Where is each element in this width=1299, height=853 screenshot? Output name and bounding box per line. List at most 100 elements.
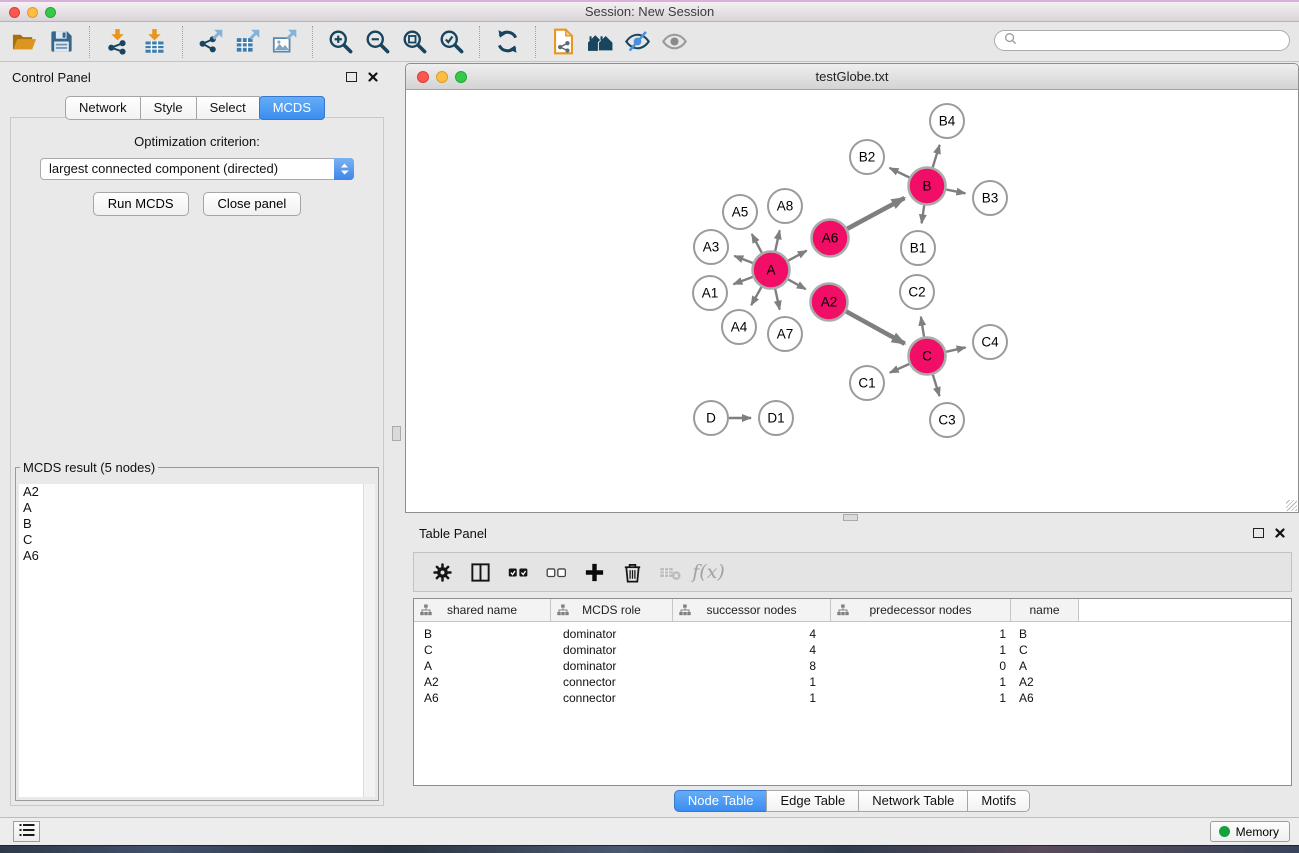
hide-graphics-details-button[interactable]: [619, 25, 656, 59]
table-row[interactable]: Adominator80A: [414, 658, 1291, 674]
tab-motifs[interactable]: Motifs: [967, 790, 1030, 812]
graph-edge[interactable]: [890, 364, 909, 373]
table-cell[interactable]: 4: [673, 626, 831, 642]
table-cell[interactable]: C: [414, 642, 551, 658]
graph-node[interactable]: A6: [812, 220, 849, 257]
graph-node[interactable]: A3: [694, 230, 728, 264]
table-cell[interactable]: dominator: [551, 642, 673, 658]
minimize-window-button[interactable]: [27, 7, 38, 18]
close-panel-button[interactable]: Close panel: [203, 192, 302, 216]
graph-edge[interactable]: [933, 145, 940, 168]
export-table-button[interactable]: [229, 25, 266, 59]
home-button[interactable]: [582, 25, 619, 59]
column-header[interactable]: name: [1011, 599, 1079, 621]
table-row[interactable]: Cdominator41C: [414, 642, 1291, 658]
table-cell[interactable]: 1: [831, 690, 1011, 706]
tab-network[interactable]: Network: [65, 96, 141, 120]
zoom-out-button[interactable]: [359, 25, 396, 59]
result-scrollbar[interactable]: [363, 484, 375, 797]
table-cell[interactable]: A: [1011, 658, 1079, 674]
import-network-button[interactable]: [99, 25, 136, 59]
run-mcds-button[interactable]: Run MCDS: [93, 192, 189, 216]
graph-node[interactable]: B2: [850, 140, 884, 174]
task-history-button[interactable]: [13, 821, 40, 842]
graph-node[interactable]: B: [909, 168, 946, 205]
graph-edge[interactable]: [946, 190, 965, 194]
table-cell[interactable]: 1: [831, 674, 1011, 690]
close-window-button[interactable]: [9, 7, 20, 18]
table-cell[interactable]: dominator: [551, 658, 673, 674]
table-cell[interactable]: connector: [551, 690, 673, 706]
network-canvas[interactable]: B4B2BB3A8A5A6A3B1AC2A1A2A4A7C4CC1C3DD1: [406, 89, 1298, 512]
graph-edge[interactable]: [846, 311, 905, 343]
network-window-titlebar[interactable]: testGlobe.txt: [406, 64, 1298, 90]
search-box[interactable]: [994, 30, 1290, 51]
float-panel-icon[interactable]: [346, 72, 357, 82]
network-minimize-button[interactable]: [436, 71, 448, 83]
mcds-result-item[interactable]: A2: [19, 484, 375, 500]
table-cell[interactable]: C: [1011, 642, 1079, 658]
graph-node[interactable]: A: [753, 252, 790, 289]
graph-edge[interactable]: [775, 230, 780, 251]
tab-network-table[interactable]: Network Table: [858, 790, 968, 812]
refresh-view-button[interactable]: [489, 25, 526, 59]
gear-button[interactable]: [426, 556, 459, 588]
close-panel-icon[interactable]: [368, 72, 378, 82]
graph-edge[interactable]: [788, 279, 806, 289]
table-cell[interactable]: 1: [673, 690, 831, 706]
mcds-result-item[interactable]: C: [19, 532, 375, 548]
search-input[interactable]: [1022, 33, 1280, 49]
table-cell[interactable]: connector: [551, 674, 673, 690]
table-cell[interactable]: A6: [414, 690, 551, 706]
graph-node[interactable]: A5: [723, 195, 757, 229]
tab-select[interactable]: Select: [196, 96, 260, 120]
graph-edge[interactable]: [752, 234, 762, 253]
table-cell[interactable]: 4: [673, 642, 831, 658]
table-cell[interactable]: A: [414, 658, 551, 674]
zoom-in-button[interactable]: [322, 25, 359, 59]
tab-mcds[interactable]: MCDS: [259, 96, 325, 120]
graph-node[interactable]: D1: [759, 401, 793, 435]
graph-node[interactable]: B3: [973, 181, 1007, 215]
table-cell[interactable]: 1: [673, 674, 831, 690]
graph-node[interactable]: B4: [930, 104, 964, 138]
graph-edge[interactable]: [946, 347, 966, 351]
graph-node[interactable]: C4: [973, 325, 1007, 359]
graph-node[interactable]: A2: [811, 284, 848, 321]
graph-edge[interactable]: [922, 205, 925, 223]
graph-edge[interactable]: [775, 289, 780, 310]
tab-style[interactable]: Style: [140, 96, 197, 120]
table-cell[interactable]: A2: [414, 674, 551, 690]
graph-edge[interactable]: [734, 256, 753, 263]
graph-node[interactable]: A7: [768, 317, 802, 351]
table-cell[interactable]: A2: [1011, 674, 1079, 690]
save-session-button[interactable]: [43, 25, 80, 59]
table-cell[interactable]: B: [1011, 626, 1079, 642]
graph-edge[interactable]: [751, 287, 761, 305]
table-cell[interactable]: dominator: [551, 626, 673, 642]
mcds-result-item[interactable]: B: [19, 516, 375, 532]
column-header[interactable]: predecessor nodes: [831, 599, 1011, 621]
graph-node[interactable]: A4: [722, 310, 756, 344]
float-table-panel-icon[interactable]: [1253, 528, 1264, 538]
graph-edge[interactable]: [847, 198, 904, 229]
open-folder-button[interactable]: [6, 25, 43, 59]
graph-edge[interactable]: [890, 168, 910, 178]
mcds-result-item[interactable]: A6: [19, 548, 375, 564]
column-header[interactable]: shared name: [414, 599, 551, 621]
select-all-checkboxes-button[interactable]: [502, 556, 535, 588]
graph-node[interactable]: C2: [900, 275, 934, 309]
graph-node[interactable]: A8: [768, 189, 802, 223]
delete-row-button[interactable]: [616, 556, 649, 588]
graph-node[interactable]: C: [909, 338, 946, 375]
close-table-panel-icon[interactable]: [1275, 528, 1285, 538]
table-row[interactable]: Bdominator41B: [414, 626, 1291, 642]
table-cell[interactable]: 8: [673, 658, 831, 674]
table-cell[interactable]: A6: [1011, 690, 1079, 706]
show-graphics-details-button[interactable]: [656, 25, 693, 59]
graph-node[interactable]: B1: [901, 231, 935, 265]
network-zoom-button[interactable]: [455, 71, 467, 83]
table-cell[interactable]: 0: [831, 658, 1011, 674]
split-view-button[interactable]: [464, 556, 497, 588]
export-network-button[interactable]: [192, 25, 229, 59]
